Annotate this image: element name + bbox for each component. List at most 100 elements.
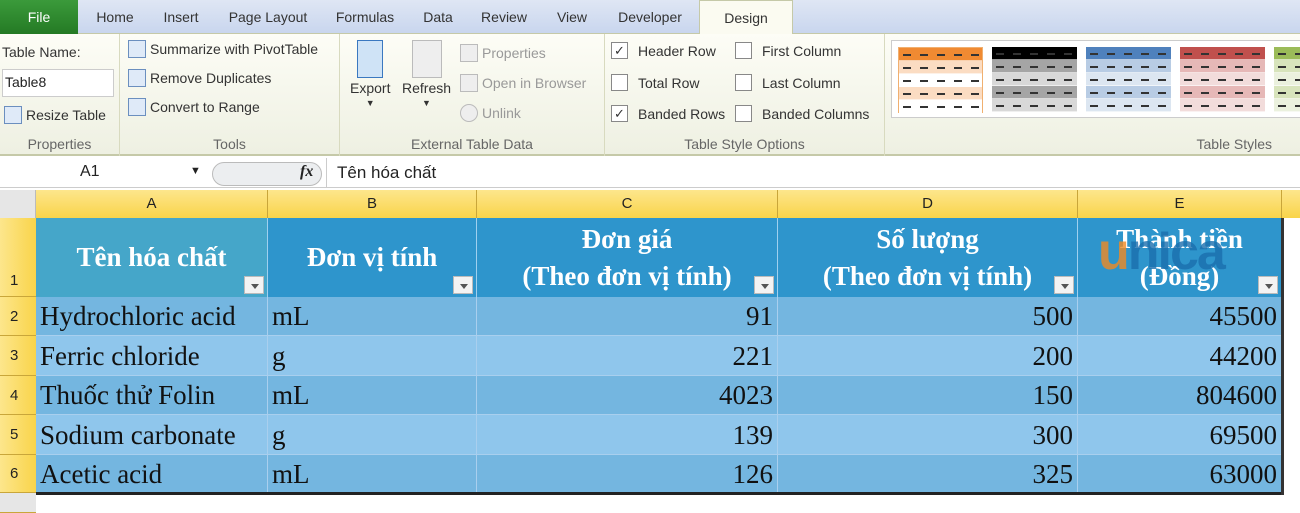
row-header-2[interactable]: 2 (0, 297, 36, 336)
total-row-label: Total Row (638, 74, 700, 91)
summarize-pivot-button[interactable]: Summarize with PivotTable (128, 40, 318, 58)
filter-dropdown-icon[interactable] (1258, 276, 1278, 294)
banded-rows-checkbox[interactable]: ✓ Banded Rows (611, 105, 725, 122)
unlink-button[interactable]: Unlink (460, 104, 521, 122)
table-style-black[interactable] (992, 47, 1077, 113)
convert-to-range-button[interactable]: Convert to Range (128, 98, 260, 116)
name-box[interactable]: A1 (80, 163, 100, 181)
table-cell[interactable]: 221 (477, 336, 778, 376)
group-tools: Summarize with PivotTable Remove Duplica… (120, 34, 340, 156)
table-cell[interactable]: 126 (477, 455, 778, 493)
row-header-3[interactable]: 3 (0, 336, 36, 376)
first-column-checkbox[interactable]: First Column (735, 42, 841, 59)
column-header-B[interactable]: B (268, 190, 477, 218)
filter-dropdown-icon[interactable] (1054, 276, 1074, 294)
table-cell[interactable]: 200 (778, 336, 1078, 376)
dup-label: Remove Duplicates (150, 70, 272, 86)
row-header-blank (0, 493, 36, 513)
table-header-cell[interactable]: Đơn giá (Theo đơn vị tính) (477, 218, 778, 297)
filter-dropdown-icon[interactable] (244, 276, 264, 294)
table-cell[interactable]: Sodium carbonate (36, 415, 268, 455)
tab-file[interactable]: File (0, 0, 78, 34)
tab-view[interactable]: View (546, 0, 598, 34)
convert-label: Convert to Range (150, 99, 260, 115)
column-header-A[interactable]: A (36, 190, 268, 218)
ribbon: Table Name: Table8 Resize Table Properti… (0, 34, 1300, 156)
first-column-label: First Column (762, 42, 842, 59)
table-cell[interactable]: Hydrochloric acid (36, 297, 268, 336)
remove-duplicates-button[interactable]: Remove Duplicates (128, 69, 271, 87)
tab-data[interactable]: Data (414, 0, 462, 34)
open-in-browser-button[interactable]: Open in Browser (460, 74, 586, 92)
table-cell[interactable]: mL (268, 455, 477, 493)
table-cell[interactable]: 69500 (1078, 415, 1282, 455)
table-style-orange[interactable] (898, 47, 983, 113)
group-label: Tools (213, 136, 246, 152)
table-cell[interactable]: 63000 (1078, 455, 1282, 493)
table-cell[interactable]: g (268, 336, 477, 376)
table-cell[interactable]: 44200 (1078, 336, 1282, 376)
row-header-6[interactable]: 6 (0, 455, 36, 493)
checkbox-icon (735, 105, 752, 122)
column-header-D[interactable]: D (778, 190, 1078, 218)
group-properties: Table Name: Table8 Resize Table Properti… (0, 34, 120, 156)
group-label: Table Style Options (684, 136, 805, 152)
filter-dropdown-icon[interactable] (754, 276, 774, 294)
export-icon (357, 40, 384, 78)
table-cell[interactable]: 139 (477, 415, 778, 455)
refresh-button[interactable]: Refresh ▼ (402, 40, 451, 108)
tab-design[interactable]: Design (699, 0, 793, 35)
row-header-1[interactable]: 1 (0, 218, 36, 297)
table-cell[interactable]: Thuốc thử Folin (36, 376, 268, 415)
table-header-cell[interactable]: Đơn vị tính (268, 218, 477, 297)
table-cell[interactable]: Acetic acid (36, 455, 268, 493)
total-row-checkbox[interactable]: Total Row (611, 74, 699, 91)
table-cell[interactable]: 150 (778, 376, 1078, 415)
table-cell[interactable]: 804600 (1078, 376, 1282, 415)
resize-table-button[interactable]: Resize Table (4, 106, 106, 124)
insert-function-icon[interactable]: fx (300, 163, 313, 181)
formula-input[interactable]: Tên hóa chất (326, 158, 1300, 188)
group-label: Table Styles (1196, 136, 1272, 152)
table-style-red[interactable] (1180, 47, 1265, 113)
checkbox-icon (735, 42, 752, 59)
table-cell[interactable]: g (268, 415, 477, 455)
banded-columns-checkbox[interactable]: Banded Columns (735, 105, 869, 122)
unlink-label: Unlink (482, 105, 521, 121)
export-button[interactable]: Export ▼ (350, 40, 390, 108)
table-cell[interactable]: Ferric chloride (36, 336, 268, 376)
column-header-E[interactable]: E (1078, 190, 1282, 218)
select-all-button[interactable] (0, 190, 36, 218)
table-style-green[interactable] (1274, 47, 1300, 113)
row-header-5[interactable]: 5 (0, 415, 36, 455)
name-box-dropdown-icon[interactable]: ▼ (190, 165, 201, 177)
table-header-cell[interactable]: Tên hóa chất (36, 218, 268, 297)
table-cell[interactable]: 91 (477, 297, 778, 336)
tab-review[interactable]: Review (474, 0, 534, 34)
last-column-checkbox[interactable]: Last Column (735, 74, 841, 91)
header-row-checkbox[interactable]: ✓ Header Row (611, 42, 716, 59)
resize-table-icon (4, 106, 22, 124)
tab-insert[interactable]: Insert (152, 0, 210, 34)
unlink-icon (460, 104, 478, 122)
table-name-input[interactable]: Table8 (2, 69, 114, 97)
tab-formulas[interactable]: Formulas (328, 0, 402, 34)
table-cell[interactable]: 325 (778, 455, 1078, 493)
table-cell[interactable]: 4023 (477, 376, 778, 415)
tab-developer[interactable]: Developer (608, 0, 692, 34)
table-cell[interactable]: mL (268, 376, 477, 415)
table-cell[interactable]: 300 (778, 415, 1078, 455)
checkbox-icon: ✓ (611, 42, 628, 59)
tab-home[interactable]: Home (84, 0, 146, 34)
table-header-cell[interactable]: Số lượng (Theo đơn vị tính) (778, 218, 1078, 297)
table-cell[interactable]: mL (268, 297, 477, 336)
table-cell[interactable]: 45500 (1078, 297, 1282, 336)
table-style-blue[interactable] (1086, 47, 1171, 113)
filter-dropdown-icon[interactable] (453, 276, 473, 294)
properties-button[interactable]: Properties (460, 44, 546, 62)
row-header-4[interactable]: 4 (0, 376, 36, 415)
table-cell[interactable]: 500 (778, 297, 1078, 336)
column-header-C[interactable]: C (477, 190, 778, 218)
tab-page-layout[interactable]: Page Layout (220, 0, 316, 34)
last-column-label: Last Column (762, 74, 841, 91)
